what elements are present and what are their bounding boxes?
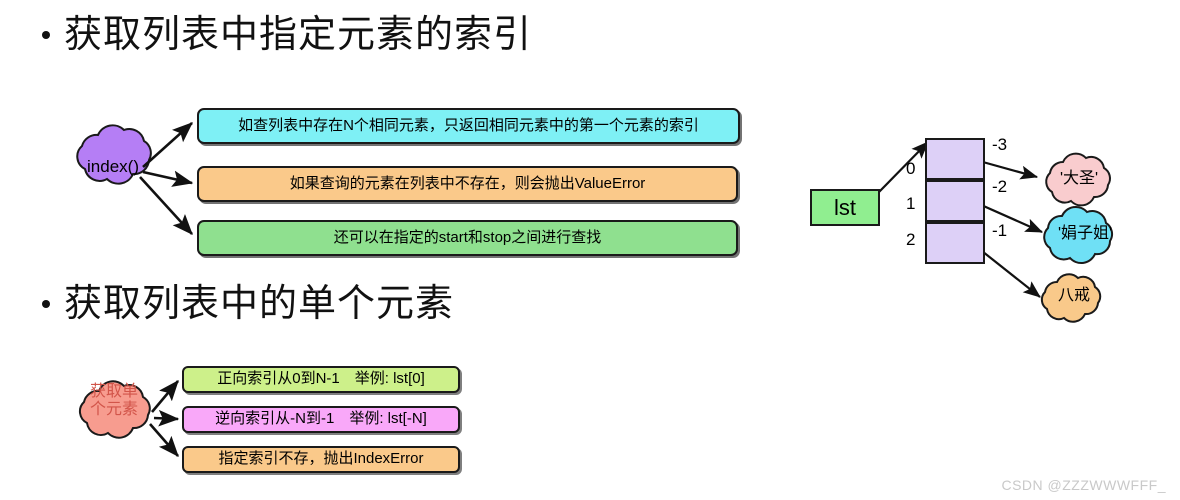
single-element-box-1-label: 正向索引从0到N-1 举例: lst[0] bbox=[217, 370, 425, 388]
single-element-box-2-label: 逆向索引从-N到-1 举例: lst[-N] bbox=[215, 410, 427, 428]
index-note-box-2-label: 如果查询的元素在列表中不存在，则会抛出ValueError bbox=[289, 174, 646, 192]
arrow-single-to-item1 bbox=[151, 380, 179, 413]
arrow-index-to-item3 bbox=[139, 176, 193, 235]
negative-index-0: -3 bbox=[992, 135, 1008, 154]
get-single-element-cloud bbox=[78, 380, 151, 439]
list-cell-2 bbox=[925, 222, 985, 264]
arrow-single-to-item2 bbox=[153, 409, 180, 427]
lst-variable-box: lst bbox=[810, 189, 880, 226]
arrow-lst-to-cells bbox=[878, 141, 929, 193]
index-note-box-1-label: 如查列表中存在N个相同元素，只返回相同元素中的第一个元素的索引 bbox=[238, 116, 699, 134]
index-cloud bbox=[76, 124, 152, 185]
value-cloud-0 bbox=[1045, 152, 1111, 207]
positive-index-2: 2 bbox=[906, 230, 916, 249]
index-note-box-2: 如果查询的元素在列表中不存在，则会抛出ValueError bbox=[197, 166, 738, 202]
single-element-box-1: 正向索引从0到N-1 举例: lst[0] bbox=[182, 366, 460, 393]
single-element-box-3-label: 指定索引不存，抛出IndexError bbox=[218, 450, 424, 468]
positive-index-0: 0 bbox=[906, 159, 916, 178]
positive-index-1: 1 bbox=[906, 194, 916, 213]
arrow-single-to-item3 bbox=[149, 423, 179, 457]
arrow-index-to-item1 bbox=[142, 122, 193, 168]
negative-index-2: -1 bbox=[992, 221, 1008, 240]
value-cloud-1 bbox=[1043, 205, 1113, 265]
index-note-box-3: 还可以在指定的start和stop之间进行查找 bbox=[197, 220, 738, 256]
value-cloud-2 bbox=[1040, 273, 1102, 323]
single-element-box-2: 逆向索引从-N到-1 举例: lst[-N] bbox=[182, 406, 460, 433]
list-cell-0 bbox=[925, 138, 985, 180]
list-cell-1 bbox=[925, 180, 985, 222]
index-note-box-3-label: 还可以在指定的start和stop之间进行查找 bbox=[333, 228, 602, 246]
lst-variable-label: lst bbox=[834, 194, 856, 220]
slide-canvas: 获取列表中指定元素的索引 获取列表中的单个元素 index() 获取单 个元素 … bbox=[0, 0, 1180, 500]
index-note-box-1: 如查列表中存在N个相同元素，只返回相同元素中的第一个元素的索引 bbox=[197, 108, 740, 144]
single-element-box-3: 指定索引不存，抛出IndexError bbox=[182, 446, 460, 473]
watermark: CSDN @ZZZWWWFFF_ bbox=[1001, 477, 1166, 493]
negative-index-1: -2 bbox=[992, 177, 1008, 196]
arrow-index-to-item2 bbox=[142, 170, 194, 187]
